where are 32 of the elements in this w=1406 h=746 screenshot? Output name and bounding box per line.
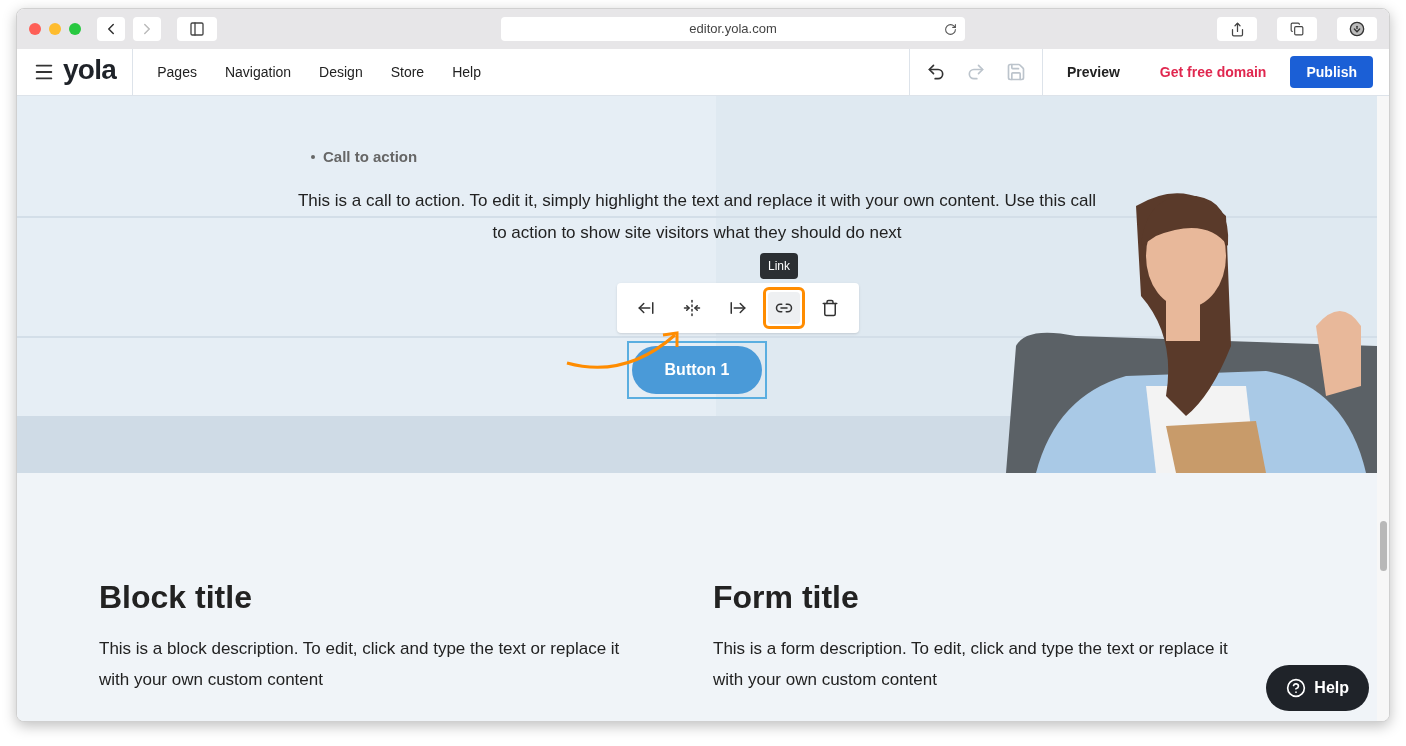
tabs-icon <box>1290 22 1304 36</box>
preview-button[interactable]: Preview <box>1066 61 1120 83</box>
address-field[interactable]: editor.yola.com <box>501 17 965 41</box>
nav-item[interactable]: Design <box>319 61 363 83</box>
help-icon <box>1286 678 1307 698</box>
share-button[interactable] <box>1217 17 1257 41</box>
tabs-button[interactable] <box>1277 17 1317 41</box>
trash-icon <box>821 298 839 317</box>
sidebar-icon <box>189 21 205 37</box>
block-title: Block title <box>99 578 253 617</box>
nav-item[interactable]: Pages <box>157 61 197 83</box>
nav-item[interactable]: Navigation <box>224 61 292 83</box>
back-button[interactable] <box>97 17 125 41</box>
block-description: This is a block description. To edit, click and type the text or replace it with your own custom content <box>99 638 621 691</box>
logo[interactable]: yola <box>63 56 117 88</box>
nav-item[interactable]: Help <box>452 61 481 83</box>
arrows-inward-icon <box>683 298 701 317</box>
share-icon <box>1229 21 1245 37</box>
call-to-action-text: This is a call to action. To edit it, simply highlight the text and replace it with your own content. Use this call to action to show site visitors what they should do next <box>297 189 1097 244</box>
scrollbar[interactable] <box>1377 96 1389 721</box>
undo-button[interactable] <box>925 62 946 82</box>
reload-icon[interactable] <box>944 22 957 36</box>
help-button[interactable]: Help <box>1266 665 1369 711</box>
nav-item[interactable]: Store <box>390 61 425 83</box>
download-button[interactable] <box>1337 17 1377 41</box>
bullet-item: Call to action <box>323 147 418 167</box>
sidebar-button[interactable] <box>177 17 217 41</box>
domain-link[interactable]: Get free domain <box>1159 61 1267 83</box>
block-title: Form title <box>713 578 860 617</box>
download-icon <box>1349 21 1365 37</box>
block-description: This is a form description. To edit, click and type the text or replace it with your own custom content <box>713 638 1229 691</box>
publish-button[interactable]: Publish <box>1290 56 1373 88</box>
